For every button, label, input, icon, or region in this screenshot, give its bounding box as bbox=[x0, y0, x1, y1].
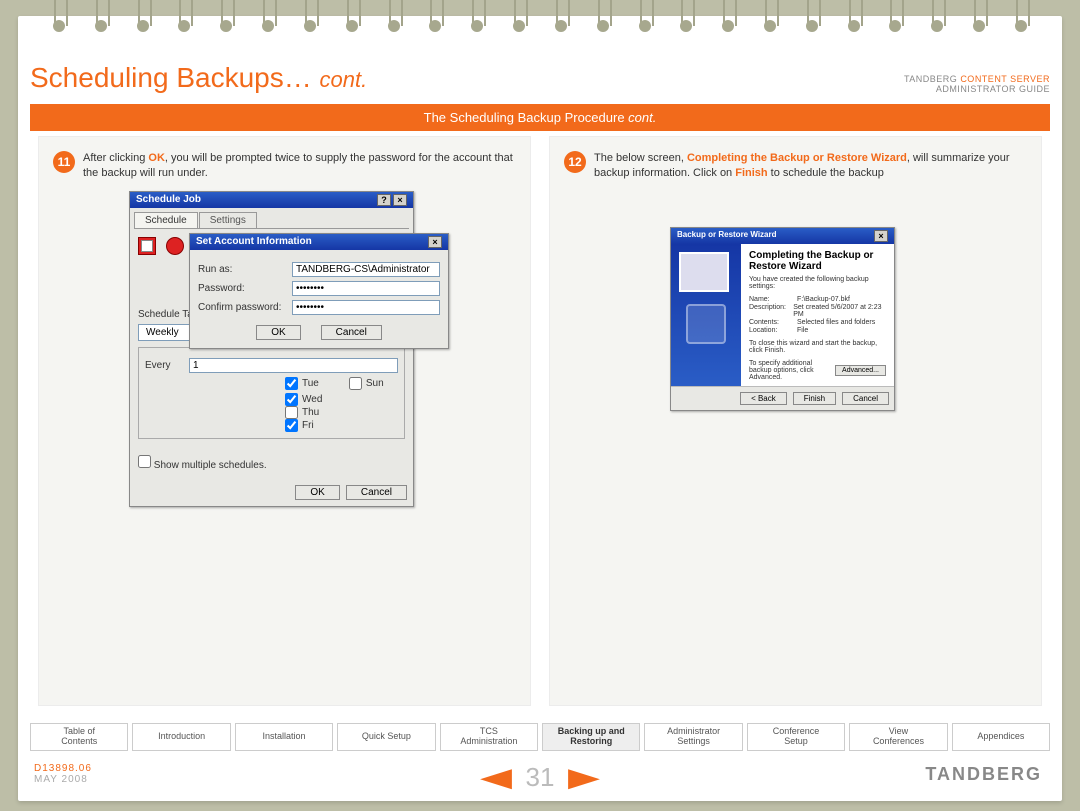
tab-settings[interactable]: Settings bbox=[199, 212, 257, 228]
schedule-job-title: Schedule Job bbox=[136, 194, 201, 206]
wizard-titlebar: Backup or Restore Wizard × bbox=[671, 228, 894, 244]
meta-brand: TANDBERG bbox=[904, 74, 960, 84]
wizard-note2: To specify additional backup options, cl… bbox=[749, 360, 835, 381]
clock-icon bbox=[166, 237, 184, 255]
finish-button[interactable]: Finish bbox=[793, 392, 836, 405]
day-fri[interactable]: Fri bbox=[285, 419, 398, 432]
title-main: Scheduling Backups… bbox=[30, 62, 312, 93]
brand-logo: TANDBERG bbox=[925, 764, 1042, 785]
wizard-heading: Completing the Backup orRestore Wizard bbox=[749, 250, 886, 272]
run-as-label: Run as: bbox=[198, 264, 288, 275]
schedule-ok-button[interactable]: OK bbox=[295, 485, 339, 500]
run-as-input[interactable] bbox=[292, 262, 440, 277]
wizard-location: File bbox=[797, 327, 808, 334]
wizard-name: F:\Backup-07.bkf bbox=[797, 296, 850, 303]
step-number: 12 bbox=[564, 151, 586, 173]
day-wed[interactable]: Wed bbox=[285, 393, 398, 406]
nav-appendices[interactable]: Appendices bbox=[952, 723, 1050, 751]
page-number: ◀ 31 ▶ bbox=[18, 762, 1062, 793]
nav-conf-setup[interactable]: ConferenceSetup bbox=[747, 723, 845, 751]
password-label: Password: bbox=[198, 283, 288, 294]
wizard-title: Backup or Restore Wizard bbox=[677, 230, 777, 242]
nav-toc[interactable]: Table ofContents bbox=[30, 723, 128, 751]
prev-page-icon[interactable]: ◀ bbox=[480, 762, 512, 793]
password-input[interactable] bbox=[292, 281, 440, 296]
nav-admin[interactable]: AdministratorSettings bbox=[644, 723, 742, 751]
column-right: 12 The below screen, Completing the Back… bbox=[549, 136, 1042, 706]
account-ok-button[interactable]: OK bbox=[256, 325, 300, 340]
spiral-binding bbox=[18, 0, 1062, 44]
day-tue[interactable]: Tue bbox=[285, 377, 319, 390]
section-cont: cont. bbox=[628, 110, 656, 125]
wizard-intro: You have created the following backup se… bbox=[749, 276, 886, 290]
wizard-graphic bbox=[671, 244, 741, 386]
cancel-button[interactable]: Cancel bbox=[842, 392, 889, 405]
schedule-job-titlebar: Schedule Job ? × bbox=[130, 192, 413, 208]
back-button[interactable]: < Back bbox=[740, 392, 787, 405]
account-info-dialog: Set Account Information × Run as: Passwo… bbox=[189, 233, 449, 349]
close-icon[interactable]: × bbox=[874, 230, 888, 242]
schedule-cancel-button[interactable]: Cancel bbox=[346, 485, 407, 500]
account-titlebar: Set Account Information × bbox=[190, 234, 448, 250]
page-title: Scheduling Backups… cont. bbox=[30, 62, 367, 94]
wizard-window: Backup or Restore Wizard × Completing th… bbox=[670, 227, 895, 411]
step-number: 11 bbox=[53, 151, 75, 173]
wizard-desc: Set created 5/6/2007 at 2:23 PM bbox=[793, 304, 886, 318]
wizard-contents: Selected files and folders bbox=[797, 319, 875, 326]
day-thu[interactable]: Thu bbox=[285, 406, 398, 419]
step-11: 11 After clicking OK, you will be prompt… bbox=[53, 151, 516, 182]
account-cancel-button[interactable]: Cancel bbox=[321, 325, 382, 340]
nav-view-conf[interactable]: ViewConferences bbox=[849, 723, 947, 751]
column-left: 11 After clicking OK, you will be prompt… bbox=[38, 136, 531, 706]
confirm-input[interactable] bbox=[292, 300, 440, 315]
confirm-label: Confirm password: bbox=[198, 302, 288, 313]
nav-install[interactable]: Installation bbox=[235, 723, 333, 751]
advanced-button[interactable]: Advanced... bbox=[835, 365, 886, 376]
nav-tcs[interactable]: TCSAdministration bbox=[440, 723, 538, 751]
footer-nav: Table ofContents Introduction Installati… bbox=[30, 723, 1050, 751]
help-icon[interactable]: ? bbox=[377, 194, 391, 206]
step-text: After clicking OK, you will be prompted … bbox=[83, 151, 516, 182]
title-cont: cont. bbox=[320, 67, 368, 92]
close-icon[interactable]: × bbox=[393, 194, 407, 206]
section-text: The Scheduling Backup Procedure bbox=[424, 110, 629, 125]
day-sun[interactable]: Sun bbox=[349, 377, 384, 390]
step-12: 12 The below screen, Completing the Back… bbox=[564, 151, 1027, 182]
every-label: Every bbox=[145, 360, 185, 371]
nav-quick[interactable]: Quick Setup bbox=[337, 723, 435, 751]
meta-guide: ADMINISTRATOR GUIDE bbox=[904, 84, 1050, 94]
meta-product: CONTENT SERVER bbox=[960, 74, 1050, 84]
account-title: Set Account Information bbox=[196, 236, 312, 248]
close-icon[interactable]: × bbox=[428, 236, 442, 248]
step-text: The below screen, Completing the Backup … bbox=[594, 151, 1027, 182]
schedule-icon bbox=[138, 237, 156, 255]
next-page-icon[interactable]: ▶ bbox=[568, 762, 600, 793]
wizard-note1: To close this wizard and start the backu… bbox=[749, 340, 886, 354]
every-input[interactable] bbox=[189, 358, 398, 373]
doc-meta: TANDBERG CONTENT SERVER ADMINISTRATOR GU… bbox=[904, 74, 1050, 94]
tab-schedule[interactable]: Schedule bbox=[134, 212, 198, 228]
nav-backup[interactable]: Backing up andRestoring bbox=[542, 723, 640, 751]
nav-intro[interactable]: Introduction bbox=[132, 723, 230, 751]
section-bar: The Scheduling Backup Procedure cont. bbox=[30, 104, 1050, 131]
show-multiple[interactable]: Show multiple schedules. bbox=[138, 460, 267, 471]
